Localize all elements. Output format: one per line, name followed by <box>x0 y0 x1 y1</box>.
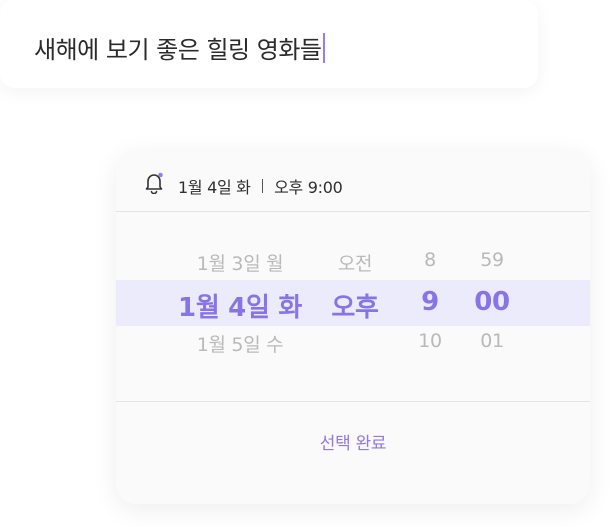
minute-option-prev[interactable]: 59 <box>480 249 504 271</box>
hour-option-selected[interactable]: 9 <box>421 287 439 317</box>
reminder-summary: 1월 4일 화 오후 9:00 <box>178 174 343 198</box>
period-option-selected[interactable]: 오후 <box>331 287 379 324</box>
confirm-selection-button[interactable]: 선택 완료 <box>320 429 387 454</box>
title-input-value: 새해에 보기 좋은 힐링 영화들 <box>34 36 322 64</box>
reminder-date: 1월 4일 화 <box>178 178 251 197</box>
hour-option-next[interactable]: 10 <box>418 330 442 352</box>
app-stage: 새해에 보기 좋은 힐링 영화들 1월 4일 화 오후 9:00 1월 3일 월… <box>0 0 616 527</box>
header-separator <box>261 179 264 193</box>
period-option-prev[interactable]: 오전 <box>338 249 373 276</box>
title-input[interactable]: 새해에 보기 좋은 힐링 영화들 <box>34 30 326 65</box>
hour-option-prev[interactable]: 8 <box>424 249 436 271</box>
date-option-prev[interactable]: 1월 3일 월 <box>197 249 284 276</box>
datetime-picker: 1월 4일 화 오후 9:00 1월 3일 월 오전 8 59 1월 4일 화 … <box>116 150 590 504</box>
minute-option-next[interactable]: 01 <box>480 330 504 352</box>
title-input-card[interactable]: 새해에 보기 좋은 힐링 영화들 <box>0 0 538 88</box>
picker-header: 1월 4일 화 오후 9:00 <box>116 150 590 211</box>
date-option-next[interactable]: 1월 5일 수 <box>197 330 284 357</box>
footer-divider <box>116 401 590 402</box>
bell-icon <box>144 172 164 195</box>
date-option-selected[interactable]: 1월 4일 화 <box>178 287 302 324</box>
text-caret <box>323 32 326 63</box>
reminder-time: 오후 9:00 <box>274 178 343 197</box>
header-divider <box>116 211 590 212</box>
minute-option-selected[interactable]: 00 <box>474 287 510 317</box>
